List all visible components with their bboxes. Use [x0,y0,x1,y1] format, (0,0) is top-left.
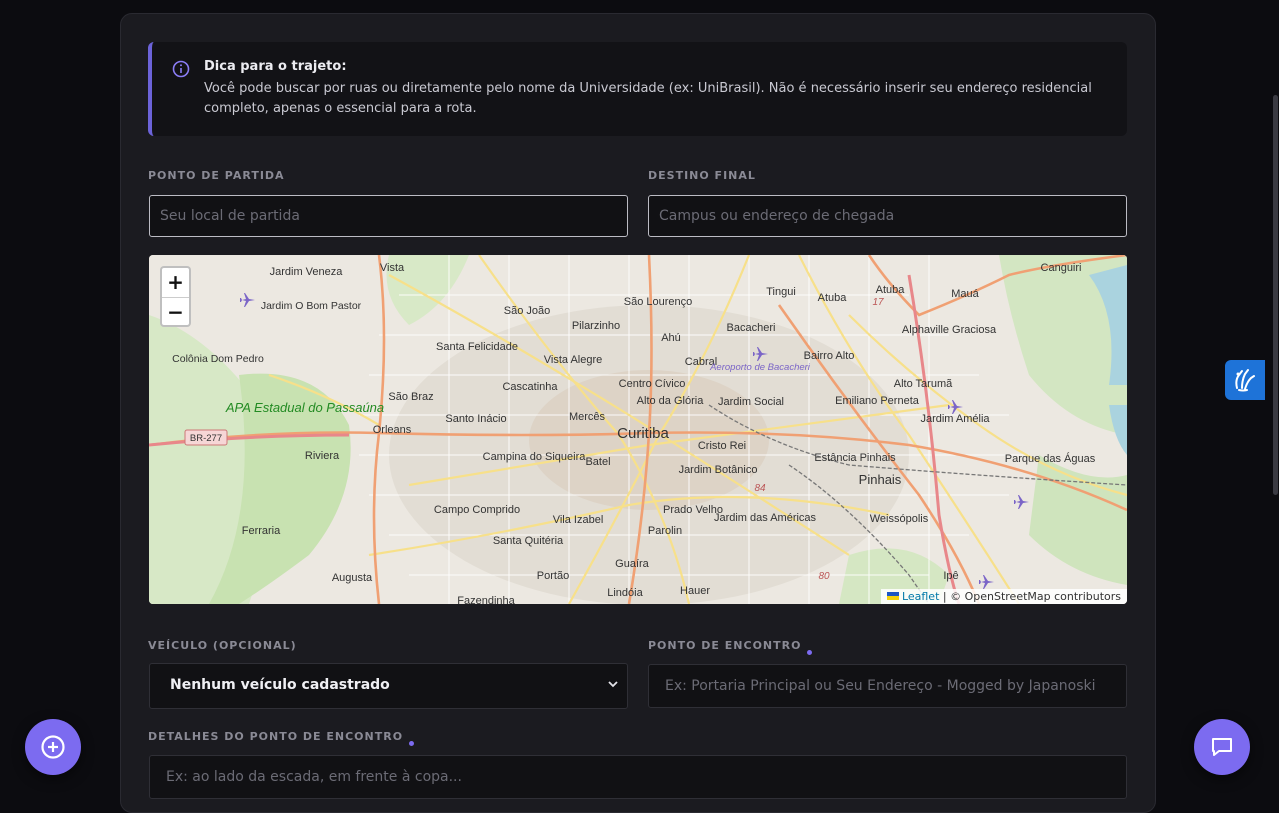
map-label: Aeroporto de Bacacheri [709,362,811,373]
map-label: Tingui [766,286,796,298]
map-label: Bairro Alto [804,350,855,362]
required-dot [807,650,813,655]
map-label: Emiliano Perneta [835,395,920,407]
meeting-point-label: PONTO DE ENCONTRO [648,639,802,652]
map-label: Jardim das Américas [714,512,817,524]
map-label: Ferraria [242,525,281,537]
map-label: BR-277 [190,433,222,444]
meeting-details-label: DETALHES DO PONTO DE ENCONTRO [148,730,404,743]
map-label: Hauer [680,585,710,597]
destination-label: DESTINO FINAL [648,169,756,182]
meeting-details-label-wrap: DETALHES DO PONTO DE ENCONTRO [148,730,415,746]
map-label: Ipê [943,570,958,582]
plus-circle-icon [41,735,65,759]
map-label: 84 [754,483,766,494]
vehicle-label: VEÍCULO (OPCIONAL) [148,639,297,652]
map-label: 80 [818,571,830,582]
map-label: Cristo Rei [698,440,746,452]
sign-language-icon [1235,369,1255,392]
map-label: Atuba [876,284,906,296]
map-label: Jardim O Bom Pastor [261,300,362,312]
map-label: 17 [872,297,884,308]
map-label: São Lourenço [624,296,693,308]
tip-title: Dica para o trajeto: [204,59,347,74]
map-label: Bacacheri [727,322,776,334]
map-label: Vista [380,262,405,274]
chat-icon [1212,738,1232,756]
map-label: Weissópolis [870,513,929,525]
accessibility-button[interactable] [1225,360,1265,400]
map-label: Batel [585,456,610,468]
map-label: Augusta [332,572,373,584]
map-label: Atuba [818,292,848,304]
map-zoom-control: + − [160,266,191,327]
add-button[interactable] [25,719,81,775]
map-label: Curitiba [617,425,669,442]
map-label: Jardim Social [718,396,784,408]
map-label: Parolin [648,525,682,537]
map-label: Alphaville Graciosa [902,324,997,336]
map-label: Riviera [305,450,340,462]
tip-text: Você pode buscar por ruas ou diretamente… [204,81,1092,116]
meeting-point-label-wrap: PONTO DE ENCONTRO [648,639,813,655]
map-label: Santa Felicidade [436,341,518,353]
map-label: Pinhais [859,472,902,487]
map-label: Portão [537,570,569,582]
zoom-out-button[interactable]: − [162,298,189,327]
map-label: Estância Pinhais [814,452,896,464]
vehicle-select[interactable]: Nenhum veículo cadastrado [149,663,628,709]
map-label: São Braz [388,391,433,403]
attribution-text: | © OpenStreetMap contributors [942,590,1121,603]
leaflet-link[interactable]: Leaflet [902,590,939,603]
required-dot [409,741,415,746]
map-label: Vista Alegre [544,354,603,366]
map-label: Jardim Veneza [270,266,344,278]
info-icon [172,60,190,78]
map-label: Mauá [951,288,979,300]
map-label: Fazendinha [457,595,515,604]
map-label: APA Estadual do Passaúna [225,400,384,415]
map-label: Guaíra [615,558,650,570]
map-label: São João [504,305,550,317]
map-label: Orleans [373,424,412,436]
ukraine-flag-icon [886,592,899,600]
map-label: Campina do Siqueira [483,451,587,463]
zoom-in-button[interactable]: + [162,268,189,298]
map-label: Santo Inácio [445,413,506,425]
map-label: Santa Quitéria [493,535,564,547]
origin-label: PONTO DE PARTIDA [148,169,285,182]
map-label: Ahú [661,332,681,344]
map-label: Canguiri [1041,262,1082,274]
map-label: Centro Cívico [619,378,686,390]
map-label: Parque das Águas [1005,452,1096,465]
destination-input[interactable] [648,195,1127,237]
chevron-down-icon [608,681,618,688]
meeting-point-input[interactable] [648,664,1127,708]
map-label: Jardim Botânico [679,464,758,476]
vehicle-select-value: Nenhum veículo cadastrado [170,677,390,693]
route-tip-callout: Dica para o trajeto: Você pode buscar po… [148,42,1127,136]
map-tiles: Jardim Veneza Vista São Lourenço Tingui … [149,255,1127,604]
map-label: Lindóia [607,587,643,599]
map-label: Campo Comprido [434,504,520,516]
map-attribution: Leaflet | © OpenStreetMap contributors [880,589,1127,604]
map-label: Pilarzinho [572,320,620,332]
origin-input[interactable] [149,195,628,237]
chat-button[interactable] [1194,719,1250,775]
map-label: Jardim Amélia [920,413,990,425]
page-scrollbar[interactable] [1273,95,1278,495]
map-label: Vila Izabel [553,514,604,526]
map-label: Alto Tarumã [894,378,953,390]
map-label: Colônia Dom Pedro [172,353,264,365]
route-map[interactable]: Jardim Veneza Vista São Lourenço Tingui … [149,255,1127,604]
meeting-details-input[interactable] [149,755,1127,799]
map-label: Mercês [569,411,606,423]
map-label: Alto da Glória [637,395,705,407]
map-label: Cascatinha [502,381,558,393]
